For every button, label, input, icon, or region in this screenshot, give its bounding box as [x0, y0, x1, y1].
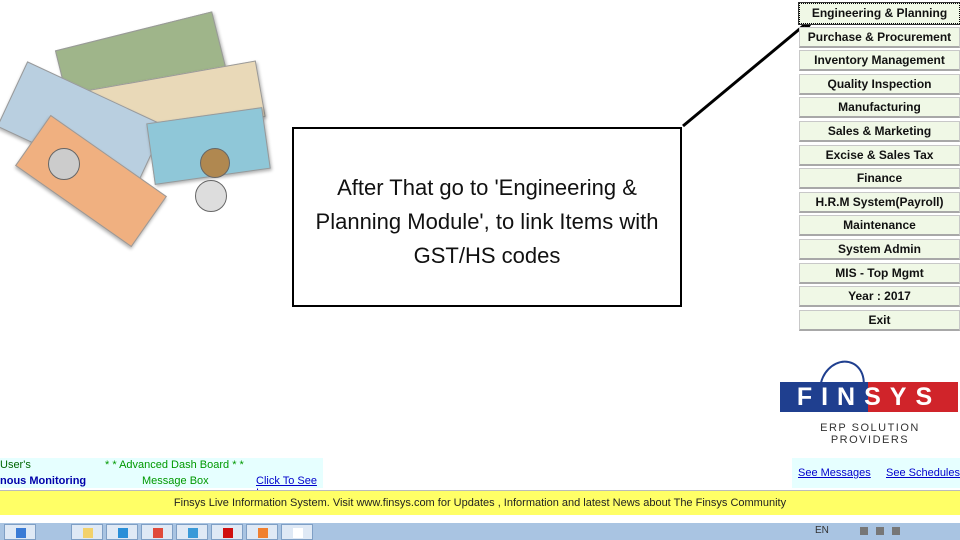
module-menu: Engineering & Planning Purchase & Procure…	[798, 2, 960, 333]
see-messages-link[interactable]: See Messages	[798, 467, 871, 479]
menu-button-manufacturing[interactable]: Manufacturing	[799, 97, 960, 119]
menu-button-system-admin[interactable]: System Admin	[799, 238, 960, 260]
snipping-tool-icon	[293, 528, 303, 538]
finsys-logo: FINSYS ERP SOLUTION PROVIDERS	[780, 353, 960, 446]
menu-button-maintenance[interactable]: Maintenance	[799, 215, 960, 237]
dashboard-bar: User's nous Monitoring * * Advanced Dash…	[0, 458, 323, 499]
internet-explorer-icon	[16, 528, 26, 538]
menu-button-purchase-procurement[interactable]: Purchase & Procurement	[799, 26, 960, 48]
menu-button-mis-top-mgmt[interactable]: MIS - Top Mgmt	[799, 262, 960, 284]
menu-button-h-r-m-system-payroll[interactable]: H.R.M System(Payroll)	[799, 191, 960, 213]
menu-button-sales-marketing[interactable]: Sales & Marketing	[799, 120, 960, 142]
news-ticker: Finsys Live Information System. Visit ww…	[0, 490, 960, 515]
taskbar-button[interactable]	[176, 524, 208, 540]
volume-icon[interactable]	[892, 527, 900, 535]
taskbar-button[interactable]	[246, 524, 278, 540]
monitoring-label[interactable]: nous Monitoring	[0, 475, 86, 487]
menu-button-excise-sales-tax[interactable]: Excise & Sales Tax	[799, 144, 960, 166]
see-schedules-link[interactable]: See Schedules	[886, 467, 960, 479]
menu-button-finance[interactable]: Finance	[799, 168, 960, 190]
taskbar-button[interactable]	[71, 524, 103, 540]
instruction-callout: After That go to 'Engineering & Planning…	[292, 127, 682, 307]
skype-icon	[118, 528, 128, 538]
chrome-icon	[153, 528, 163, 538]
folder-icon	[83, 528, 93, 538]
taskbar-button[interactable]	[141, 524, 173, 540]
language-indicator[interactable]: EN	[815, 525, 829, 536]
taskbar-button[interactable]	[211, 524, 243, 540]
menu-button-engineering-planning[interactable]: Engineering & Planning	[798, 2, 960, 25]
users-label: User's	[0, 459, 31, 471]
advanced-dashboard-label[interactable]: * * Advanced Dash Board * *	[105, 459, 244, 471]
taskbar-button[interactable]	[106, 524, 138, 540]
messages-bar: See Messages See Schedules	[792, 458, 960, 488]
menu-button-inventory-management[interactable]: Inventory Management	[799, 50, 960, 72]
menu-button-year-2017[interactable]: Year : 2017	[799, 286, 960, 308]
message-box-label[interactable]: Message Box	[142, 475, 209, 487]
taskbar: EN	[0, 523, 960, 540]
taskbar-button[interactable]	[281, 524, 313, 540]
network-icon[interactable]	[876, 527, 884, 535]
powerpoint-icon	[258, 528, 268, 538]
taskbar-button[interactable]	[4, 524, 36, 540]
menu-button-quality-inspection[interactable]: Quality Inspection	[799, 73, 960, 95]
tray-flag-icon[interactable]	[860, 527, 868, 535]
record-icon	[223, 528, 233, 538]
menu-button-exit[interactable]: Exit	[799, 309, 960, 331]
app-icon	[188, 528, 198, 538]
